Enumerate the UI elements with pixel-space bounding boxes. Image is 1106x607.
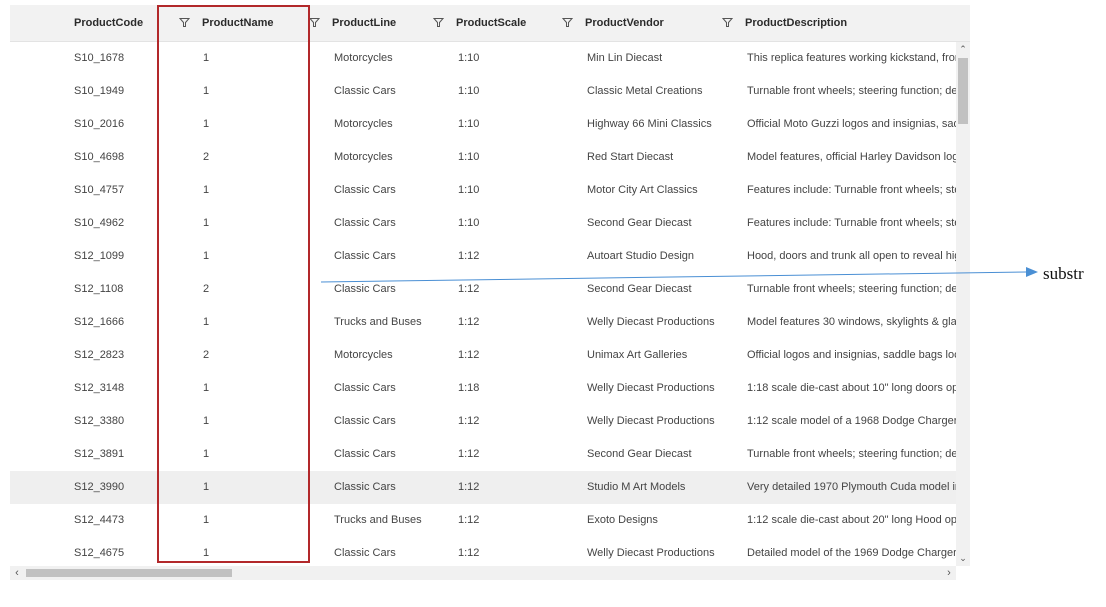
annotation-arrow — [320, 267, 1038, 283]
annotation-label: substr — [1043, 264, 1084, 283]
